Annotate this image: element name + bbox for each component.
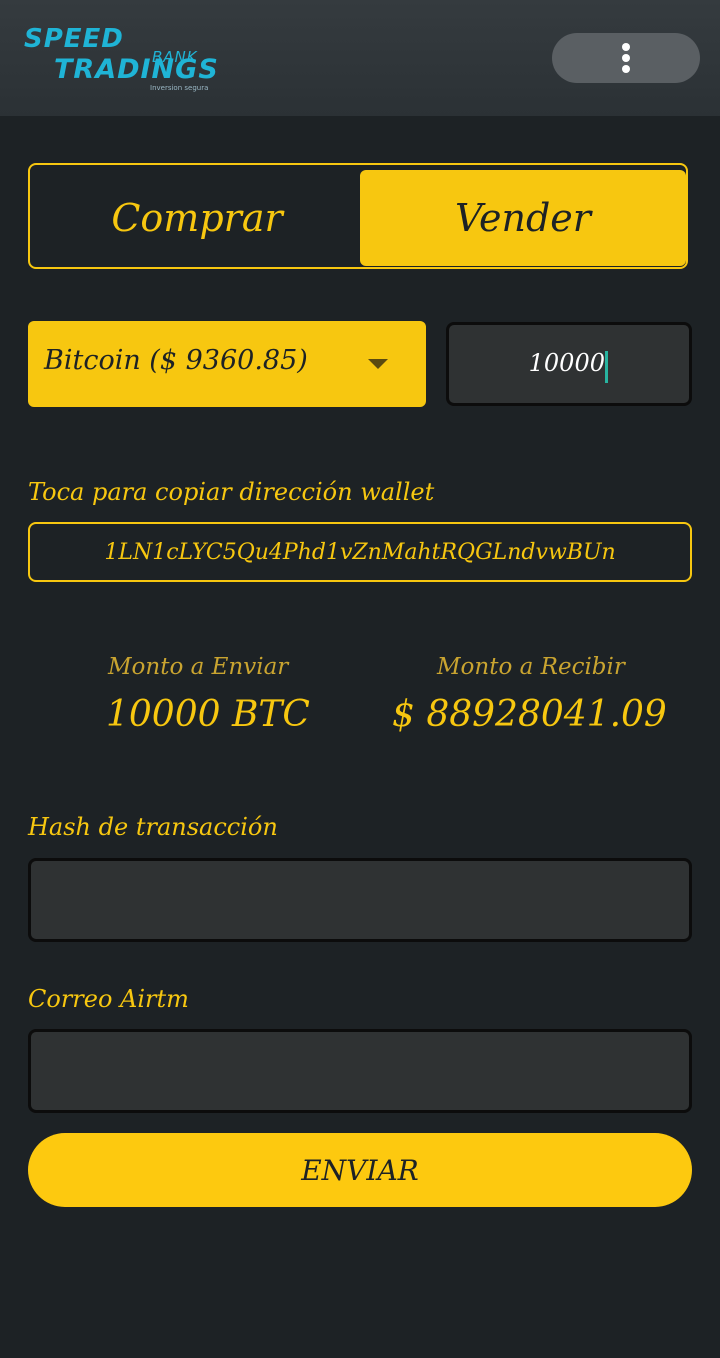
overflow-menu-button[interactable] [552,33,700,83]
crypto-select-value: Bitcoin ($ 9360.85) [44,345,308,376]
hash-label: Hash de transacción [28,813,278,841]
app-header: SPEED BANK TRADINGS Inversion segura [0,0,720,116]
logo-text-speed: SPEED [24,24,124,54]
text-cursor [605,351,608,383]
amount-input[interactable]: 10000 [446,322,692,406]
wallet-address-copy-button[interactable]: 1LN1cLYC5Qu4Phd1vZnMahtRQGLndvwBUn [28,522,692,582]
send-amount-label: Monto a Enviar [108,654,289,680]
logo-text-tradings: TRADINGS [54,54,219,85]
send-button[interactable]: ENVIAR [28,1133,692,1207]
hash-input[interactable] [28,858,692,942]
receive-amount-value: $ 88928041.09 [392,694,667,735]
buy-sell-toggle: Comprar Vender [28,163,688,269]
receive-amount-label: Monto a Recibir [437,654,625,680]
amount-input-value: 10000 [528,349,605,377]
logo-tagline: Inversion segura [150,84,209,92]
wallet-label: Toca para copiar dirección wallet [28,478,435,506]
more-vertical-icon [622,43,630,73]
buy-tab[interactable]: Comprar [34,170,360,266]
email-label: Correo Airtm [28,985,189,1013]
speed-tradings-logo: SPEED BANK TRADINGS Inversion segura [24,24,218,94]
crypto-select[interactable]: Bitcoin ($ 9360.85) [28,321,426,407]
chevron-down-icon [368,359,388,369]
send-amount-value: 10000 BTC [106,694,310,735]
email-input[interactable] [28,1029,692,1113]
wallet-address: 1LN1cLYC5Qu4Phd1vZnMahtRQGLndvwBUn [104,539,616,565]
sell-tab[interactable]: Vender [360,170,686,266]
